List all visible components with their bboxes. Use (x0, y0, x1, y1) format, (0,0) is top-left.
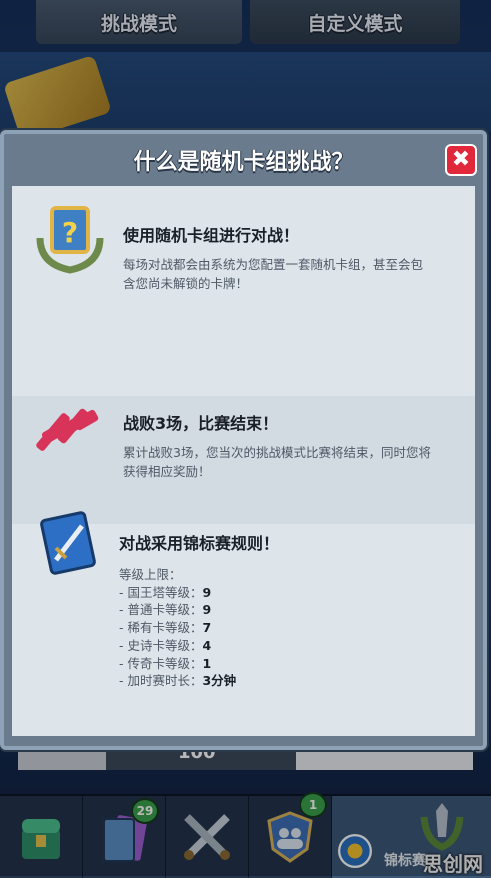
random-card-icon: ? (36, 206, 104, 274)
info-modal: 什么是随机卡组挑战？ ✖ ? 使用随机卡组进行对战！ 每场对战都会由系统为您配置… (0, 130, 487, 750)
rule-row: - 加时赛时长：3分钟 (119, 673, 237, 689)
crossed-bones-icon (36, 408, 99, 451)
rule-row: - 稀有卡等级：7 (119, 620, 212, 636)
section-1-body: 每场对战都会由系统为您配置一套随机卡组，甚至会包含您尚未解锁的卡牌！ (123, 257, 424, 291)
section-three-losses: 战败3场，比赛结束！ 累计战败3场，您当次的挑战模式比赛将结束，同时您将获得相应… (12, 396, 475, 524)
rule-row: - 普通卡等级：9 (119, 602, 212, 618)
section-random-deck: ? 使用随机卡组进行对战！ 每场对战都会由系统为您配置一套随机卡组，甚至会包含您… (12, 186, 475, 396)
rule-row: - 史诗卡等级：4 (119, 637, 212, 653)
section-tournament-rules (12, 511, 475, 736)
level-caps-list: 等级上限： - 国王塔等级：9 - 普通卡等级：9 - 稀有卡等级：7 - 史诗… (119, 566, 236, 690)
section-2-body: 累计战败3场，您当次的挑战模式比赛将结束，同时您将获得相应奖励！ (123, 445, 431, 479)
rulebook-icon (40, 511, 96, 575)
close-button[interactable]: ✖ (445, 144, 477, 176)
svg-text:?: ? (62, 216, 78, 249)
modal-header: 什么是随机卡组挑战？ ✖ (4, 134, 483, 186)
modal-content: ? 使用随机卡组进行对战！ 每场对战都会由系统为您配置一套随机卡组，甚至会包含您… (12, 186, 475, 736)
rule-row: - 国王塔等级：9 (119, 584, 212, 600)
section-2-title: 战败3场，比赛结束！ (123, 414, 279, 433)
level-caps-heading: 等级上限： (119, 567, 182, 582)
section-1-title: 使用随机卡组进行对战！ (123, 226, 300, 245)
section-3-title: 对战采用锦标赛规则！ (119, 534, 280, 553)
rule-row: - 传奇卡等级：1 (119, 655, 212, 671)
modal-title: 什么是随机卡组挑战？ (133, 150, 354, 175)
